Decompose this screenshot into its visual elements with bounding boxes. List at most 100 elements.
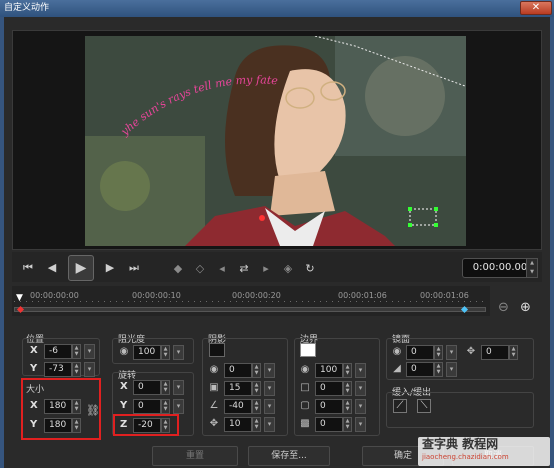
next-keyframe-icon[interactable]: ▸ [256,259,276,279]
shadow-distance-spinner[interactable]: ▲ ▼ [252,417,261,432]
size-x-input[interactable]: 180 [44,399,72,414]
timeline-label: 00:00:00:00 [30,291,79,300]
shadow-blur-icon: ▣ [209,382,219,393]
border-opacity-input[interactable]: 100 [315,363,343,378]
next-frame-button[interactable]: ▶ [98,256,122,280]
border-opacity-dropdown[interactable]: ▾ [355,363,366,378]
shadow-opacity-icon: ◉ [209,364,219,375]
watermark-title: 查字典 教程网 [422,437,499,451]
size-y-spinner[interactable]: ▲ ▼ [72,418,81,433]
ease-panel [386,392,534,428]
go-to-end-button[interactable]: ⏭ [122,256,146,280]
border-softness-input[interactable]: 0 [315,417,343,432]
shadow-angle-icon: ∠ [209,400,219,411]
shadow-angle-dropdown[interactable]: ▾ [264,399,275,414]
size-x-spinner[interactable]: ▲ ▼ [72,399,81,414]
save-to-button[interactable]: 保存至... [248,446,330,466]
border-blur-spinner[interactable]: ▲ ▼ [343,399,352,414]
shadow-angle-input[interactable]: -40 [224,399,252,414]
border-width-spinner[interactable]: ▲ ▼ [343,381,352,396]
reset-button[interactable]: 重置 [152,446,238,466]
mirror-distance-input[interactable]: 0 [481,345,509,360]
close-button[interactable]: ✕ [520,1,552,15]
prev-keyframe-icon[interactable]: ◂ [212,259,232,279]
rotation-y-dropdown[interactable]: ▾ [173,399,184,414]
position-x-dropdown[interactable]: ▾ [84,344,95,359]
position-x-label: X [30,345,38,356]
remove-keyframe-icon[interactable]: ◇ [190,259,210,279]
mirror-fade-dropdown[interactable]: ▾ [446,362,457,377]
mirror-opacity-icon: ◉ [392,346,402,357]
position-x-input[interactable]: -6 [44,344,72,359]
shadow-distance-dropdown[interactable]: ▾ [264,417,275,432]
rotation-y-spinner[interactable]: ▲ ▼ [161,399,170,414]
shadow-blur-input[interactable]: 15 [224,381,252,396]
border-softness-dropdown[interactable]: ▾ [355,417,366,432]
rotation-x-spinner[interactable]: ▲ ▼ [161,380,170,395]
timeline-ticks [14,301,488,302]
timeline-track[interactable] [14,307,486,312]
watermark-url: jiaocheng.chazidian.com [422,453,509,461]
rotation-z-spinner[interactable]: ▲ ▼ [161,418,170,433]
opacity-input[interactable]: 100 [133,345,161,360]
border-width-dropdown[interactable]: ▾ [355,381,366,396]
mirror-fade-spinner[interactable]: ▲ ▼ [434,362,443,377]
shadow-color-swatch[interactable] [209,343,225,357]
lock-ratio-icon[interactable]: ⛓ [86,404,100,417]
border-width-input[interactable]: 0 [315,381,343,396]
shadow-opacity-dropdown[interactable]: ▾ [264,363,275,378]
size-x-label: X [30,400,38,411]
opacity-dropdown[interactable]: ▾ [173,345,184,360]
position-y-input[interactable]: -73 [44,362,72,377]
border-softness-spinner[interactable]: ▲ ▼ [343,417,352,432]
border-blur-dropdown[interactable]: ▾ [355,399,366,414]
border-color-swatch[interactable] [300,343,316,357]
watermark: 查字典 教程网 jiaocheng.chazidian.com [418,437,550,466]
shadow-opacity-input[interactable]: 0 [224,363,252,378]
rotation-z-input[interactable]: -20 [133,418,161,433]
rotation-x-dropdown[interactable]: ▾ [173,380,184,395]
timeline-label: 00:00:00:10 [132,291,181,300]
mirror-opacity-dropdown[interactable]: ▾ [446,345,457,360]
mirror-distance-spinner[interactable]: ▲ ▼ [509,345,518,360]
rotation-y-label: Y [120,400,128,411]
rotation-x-input[interactable]: 0 [133,380,161,395]
play-button[interactable]: ▶ [68,255,94,281]
shadow-blur-spinner[interactable]: ▲ ▼ [252,381,261,396]
timeline-label: 00:00:00:20 [232,291,281,300]
mirror-distance-icon: ✥ [466,346,476,357]
ease-out-icon[interactable]: ⟍ [417,399,431,413]
zoom-in-icon[interactable]: ⊕ [520,300,531,315]
position-x-spinner[interactable]: ▲ ▼ [72,344,81,359]
border-opacity-icon: ◉ [300,364,310,375]
go-to-start-button[interactable]: ⏮ [16,256,40,280]
border-opacity-spinner[interactable]: ▲ ▼ [343,363,352,378]
copy-keyframe-icon[interactable]: ◈ [278,259,298,279]
size-y-input[interactable]: 180 [44,418,72,433]
shadow-blur-dropdown[interactable]: ▾ [264,381,275,396]
shadow-distance-input[interactable]: 10 [224,417,252,432]
timecode-spinner[interactable]: ▲ ▼ [526,258,538,278]
add-keyframe-icon[interactable]: ◆ [168,259,188,279]
border-width-icon: □ [300,382,310,393]
shadow-opacity-spinner[interactable]: ▲ ▼ [252,363,261,378]
opacity-spinner[interactable]: ▲ ▼ [161,345,170,360]
window-title: 自定义动作 [0,0,554,17]
zoom-out-icon[interactable]: ⊖ [498,300,509,315]
shadow-angle-spinner[interactable]: ▲ ▼ [252,399,261,414]
mirror-opacity-input[interactable]: 0 [406,345,434,360]
border-blur-input[interactable]: 0 [315,399,343,414]
previous-frame-button[interactable]: ◀ [40,256,64,280]
mirror-fade-icon: ◢ [393,363,401,374]
preview-image[interactable]: yhe sun's rays tell me my fate [85,36,466,246]
playhead-marker[interactable]: ▼ [16,293,23,303]
rotation-y-input[interactable]: 0 [133,399,161,414]
mirror-fade-input[interactable]: 0 [406,362,434,377]
mirror-opacity-spinner[interactable]: ▲ ▼ [434,345,443,360]
position-y-spinner[interactable]: ▲ ▼ [72,362,81,377]
reverse-keyframes-icon[interactable]: ⇄ [234,259,254,279]
smooth-icon[interactable]: ↻ [300,259,320,279]
position-y-dropdown[interactable]: ▾ [84,362,95,377]
ease-in-icon[interactable]: ⟋ [393,399,407,413]
size-y-label: Y [30,419,38,430]
